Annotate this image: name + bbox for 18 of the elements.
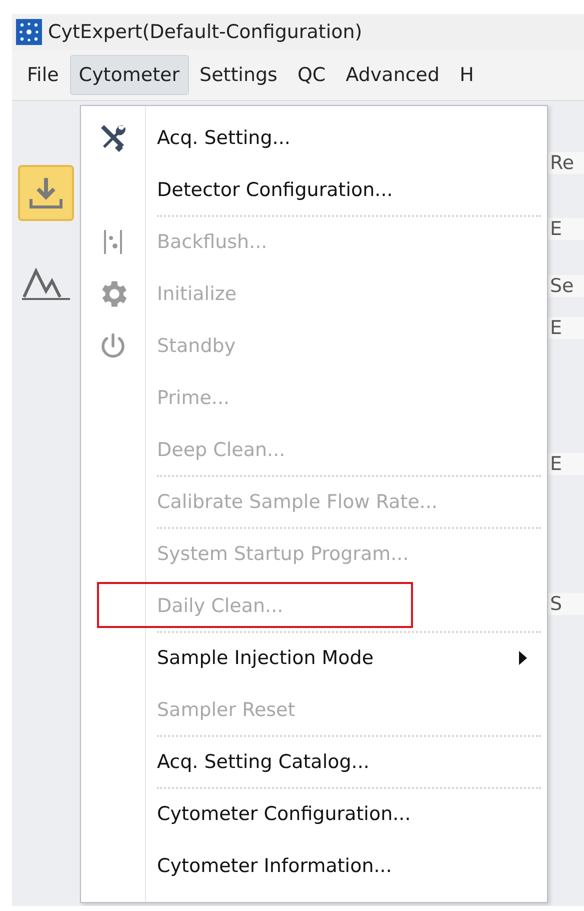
app-logo-icon: [16, 19, 42, 45]
download-icon: [28, 175, 64, 211]
menu-bar-item[interactable]: Cytometer: [70, 55, 189, 95]
menu-item[interactable]: Cytometer Information...: [157, 855, 392, 877]
window-title: CytExpert(Default-Configuration): [48, 21, 362, 43]
menu-item[interactable]: Cytometer Configuration...: [157, 803, 411, 825]
menu-bar-item[interactable]: Settings: [190, 55, 286, 95]
menu-item[interactable]: Detector Configuration...: [157, 179, 393, 201]
flush-icon: [103, 228, 123, 256]
menu-item[interactable]: Sample Injection Mode: [157, 647, 374, 669]
menu-item[interactable]: Acq. Setting...: [157, 127, 290, 149]
menu-bar-item[interactable]: H: [450, 55, 483, 95]
menu-item[interactable]: Acq. Setting Catalog...: [157, 751, 370, 773]
peak-icon[interactable]: [22, 267, 70, 301]
menu-bar-item[interactable]: QC: [288, 55, 335, 95]
menu-bar-item[interactable]: File: [18, 55, 68, 95]
download-button[interactable]: [18, 165, 74, 221]
menu-bar-item[interactable]: Advanced: [336, 55, 449, 95]
